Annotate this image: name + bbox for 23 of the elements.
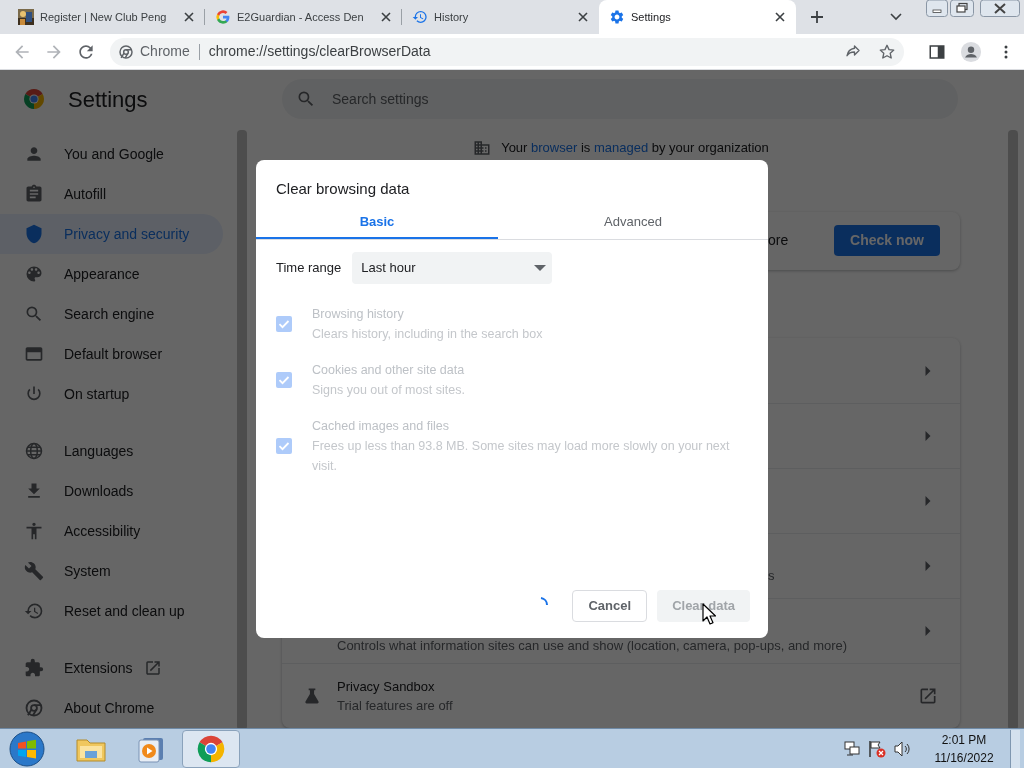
option-description: Signs you out of most sites. — [312, 381, 466, 399]
option-title: Browsing history — [312, 305, 405, 323]
option-description: Clears history, including in the search box — [312, 325, 544, 343]
card-text: ore — [768, 231, 789, 251]
row-subtitle: s — [768, 567, 776, 586]
option-title: Cached images and files — [312, 417, 450, 435]
row-subtitle: Controls what information sites can use and show (location, camera, pop-ups, and more) — [337, 637, 849, 656]
dialog-title: Clear browsing data — [275, 179, 411, 199]
option-title: Cookies and other site data — [312, 361, 466, 379]
tab-title: E2Guardian - Access Den — [237, 9, 365, 25]
site-label: Chrome — [140, 42, 190, 61]
tab-title: Settings — [631, 9, 672, 25]
option-description: Frees up less than 93.8 MB. Some sites may load more slowly on your next visit. — [312, 437, 731, 475]
page-title: Settings — [68, 85, 148, 114]
managed-notice: Your browser is managed by your organization — [501, 139, 769, 157]
row-subtitle: Trial features are off — [337, 697, 454, 715]
clock-date: 11/16/2022 — [934, 749, 994, 767]
tab-title: History — [434, 9, 470, 25]
field-label: Time range — [276, 258, 342, 277]
tab-title: Register | New Club Peng — [40, 9, 168, 25]
url-text: chrome://settings/clearBrowserData — [208, 42, 432, 61]
row-title: Privacy Sandbox — [337, 677, 436, 696]
clock-time: 2:01 PM — [941, 731, 987, 749]
